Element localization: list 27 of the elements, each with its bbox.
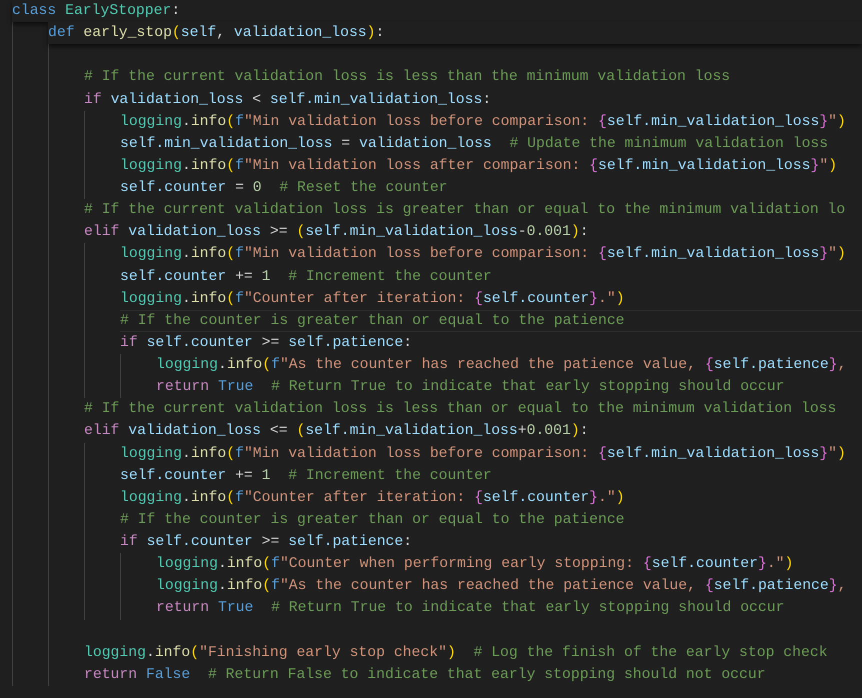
- code-line: return False # Return False to indicate that early stopping should not occur: [84, 666, 767, 685]
- code-line: return True # Return True to indicate that early stopping should occur: [156, 378, 786, 398]
- code-line: logging.info(f"Min validation loss before comparison: {self.min_validation_loss}"): [120, 444, 847, 464]
- code-line: logging.info(f"As the counter has reached the patience value, {self.patience},: [156, 356, 848, 375]
- code-line: elif validation_loss <= (self.min_validation_loss+0.001):: [84, 422, 590, 442]
- code-line: logging.info(f"As the counter has reached the patience value, {self.patience},: [156, 577, 848, 596]
- code-line: self.counter += 1 # Increment the counter: [120, 466, 493, 486]
- code-line: self.counter = 0 # Reset the counter: [120, 179, 449, 198]
- code-line: return True # Return True to indicate that early stopping should occur: [156, 599, 786, 618]
- code-line: logging.info(f"Min validation loss before comparison: {self.min_validation_loss}"): [120, 112, 847, 132]
- code-line: # If the counter is greater than or equal to the patience: [120, 310, 862, 332]
- code-line: self.counter += 1 # Increment the counter: [120, 268, 493, 286]
- code-line: logging.info(f"Min validation loss before comparison: {self.min_validation_loss}"): [120, 245, 847, 264]
- code-line: logging.info(f"Counter when performing early stopping: {self.counter}."): [156, 555, 794, 574]
- code-line: logging.info(f"Counter after iteration: {self.counter}."): [120, 488, 626, 508]
- code-line: elif validation_loss >= (self.min_validation_loss-0.001):: [84, 223, 590, 242]
- code-line: if validation_loss < self.min_validation_loss:: [84, 90, 492, 110]
- code-line: # If the current validation loss is less than or equal to the minimum validation loss: [84, 400, 838, 420]
- code-line: logging.info(f"Counter after iteration: {self.counter}."): [120, 290, 626, 309]
- code-line: logging.info(f"Min validation loss after comparison: {self.min_validation_loss}"): [120, 156, 838, 176]
- code-line: if self.counter >= self.patience:: [120, 334, 414, 353]
- code-line: self.min_validation_loss = validation_loss # Update the minimum validation loss: [120, 134, 830, 154]
- code-line: # If the counter is greater than or equal to the patience: [120, 510, 626, 530]
- code-line: # If the current validation loss is greater than or equal to the minimum validation lo: [84, 201, 846, 220]
- code-line: # If the current validation loss is less than the minimum validation loss: [84, 68, 732, 88]
- code-line: logging.info("Finishing early stop check") # Log the finish of the early stop check: [84, 644, 829, 663]
- code-line: if self.counter >= self.patience:: [120, 533, 414, 552]
